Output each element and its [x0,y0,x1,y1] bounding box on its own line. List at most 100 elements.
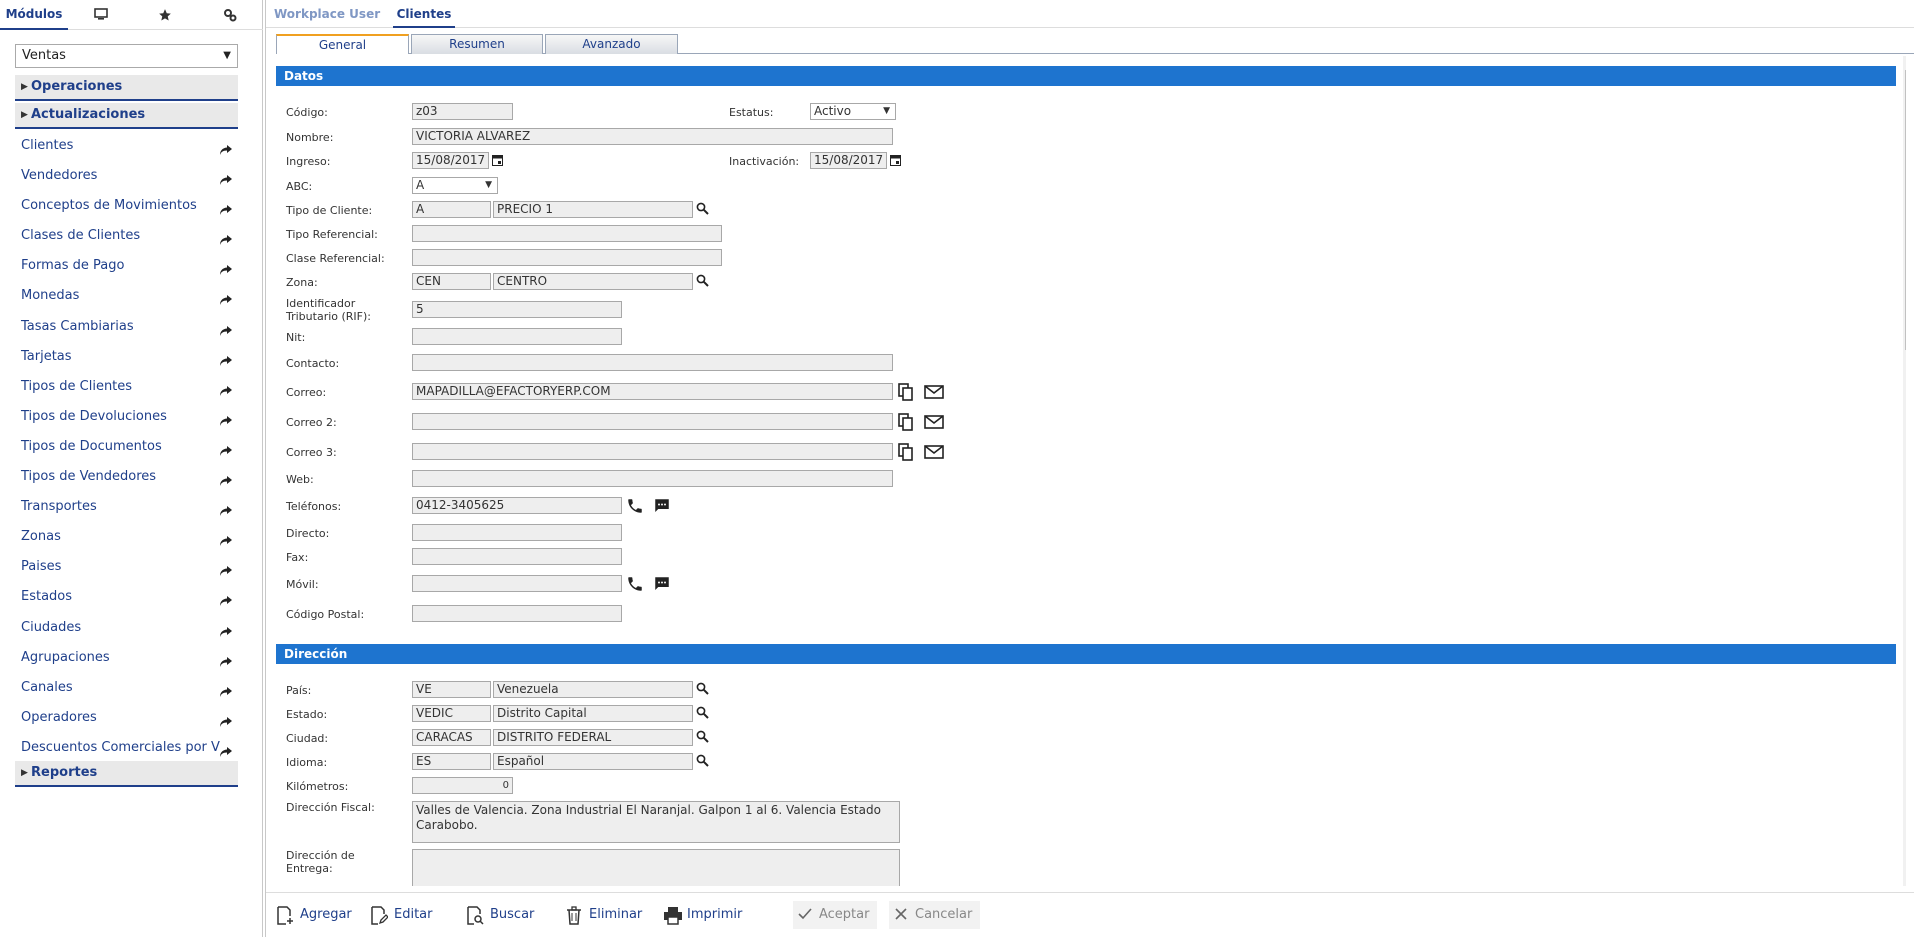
sidebar-item[interactable]: Tipos de Clientes [15,372,238,402]
rif-field[interactable]: 5 [412,301,622,318]
direccion-entrega-field[interactable] [412,849,900,886]
settings-icon[interactable] [196,0,263,30]
sidebar-item[interactable]: Zonas [15,522,238,552]
contacto-field[interactable] [412,354,893,371]
sidebar-item[interactable]: Clases de Clientes [15,221,238,251]
directo-field[interactable] [412,524,622,541]
copy-icon[interactable] [898,443,914,464]
share-arrow-icon[interactable] [219,288,233,311]
search-icon[interactable] [696,682,709,698]
share-arrow-icon[interactable] [219,529,233,552]
phone-icon[interactable] [626,575,644,596]
estado-code[interactable]: VEDIC [412,705,491,722]
share-arrow-icon[interactable] [219,409,233,432]
search-icon[interactable] [696,202,709,218]
sidebar-item[interactable]: Transportes [15,492,238,522]
idioma-code[interactable]: ES [412,753,491,770]
sidebar-item[interactable]: Clientes [15,131,238,161]
share-arrow-icon[interactable] [219,168,233,191]
share-arrow-icon[interactable] [219,469,233,492]
share-arrow-icon[interactable] [219,650,233,673]
share-arrow-icon[interactable] [219,258,233,281]
sidebar-item[interactable]: Tarjetas [15,342,238,372]
tipo-cliente-code[interactable]: A [412,201,491,218]
tipo-cliente-desc[interactable]: PRECIO 1 [493,201,693,218]
pais-desc[interactable]: Venezuela [493,681,693,698]
idioma-desc[interactable]: Español [493,753,693,770]
web-field[interactable] [412,470,893,487]
search-icon[interactable] [696,274,709,290]
tab-modulos[interactable]: Módulos [0,0,68,30]
tab-workplace-user[interactable]: Workplace User [274,0,380,28]
sidebar-item[interactable]: Descuentos Comerciales por V [15,733,238,763]
ciudad-code[interactable]: CARACAS [412,729,491,746]
editar-button[interactable]: Editar [370,901,433,929]
share-arrow-icon[interactable] [219,319,233,342]
share-arrow-icon[interactable] [219,589,233,612]
share-arrow-icon[interactable] [219,379,233,402]
tipo-referencial-field[interactable] [412,225,722,242]
share-arrow-icon[interactable] [219,439,233,462]
group-reportes[interactable]: ▶ Reportes [15,761,238,787]
search-icon[interactable] [696,754,709,770]
ingreso-field[interactable]: 15/08/2017 [412,152,489,169]
sidebar-item[interactable]: Conceptos de Movimientos [15,191,238,221]
star-icon[interactable] [134,0,196,30]
nit-field[interactable] [412,328,622,345]
sidebar-item[interactable]: Tipos de Vendedores [15,462,238,492]
copy-icon[interactable] [898,383,914,404]
correo-field[interactable]: MAPADILLA@EFACTORYERP.COM [412,383,893,400]
tab-general[interactable]: General [276,34,409,54]
cancelar-button[interactable]: Cancelar [889,901,981,929]
ciudad-desc[interactable]: DISTRITO FEDERAL [493,729,693,746]
phone-icon[interactable] [626,497,644,518]
share-arrow-icon[interactable] [219,138,233,161]
calendar-icon[interactable] [890,154,901,169]
kilometros-field[interactable]: 0 [412,777,513,794]
clase-referencial-field[interactable] [412,249,722,266]
search-icon[interactable] [696,706,709,722]
estatus-select[interactable]: Activo ▼ [810,103,896,120]
mail-icon[interactable] [924,385,944,402]
share-arrow-icon[interactable] [219,620,233,643]
sidebar-item[interactable]: Agrupaciones [15,643,238,673]
monitor-icon[interactable] [68,0,134,30]
pais-code[interactable]: VE [412,681,491,698]
sidebar-item[interactable]: Operadores [15,703,238,733]
sidebar-item[interactable]: Ciudades [15,613,238,643]
mail-icon[interactable] [924,415,944,432]
correo3-field[interactable] [412,443,893,460]
direccion-fiscal-field[interactable]: Valles de Valencia. Zona Industrial El N… [412,801,900,843]
sidebar-item[interactable]: Paises [15,552,238,582]
search-icon[interactable] [696,730,709,746]
tab-avanzado[interactable]: Avanzado [545,34,678,54]
buscar-button[interactable]: Buscar [466,901,534,929]
eliminar-button[interactable]: Eliminar [565,901,642,929]
zona-code[interactable]: CEN [412,273,491,290]
imprimir-button[interactable]: Imprimir [663,901,742,929]
sidebar-item[interactable]: Vendedores [15,161,238,191]
nombre-field[interactable]: VICTORIA ALVAREZ [412,128,893,145]
sidebar-item[interactable]: Tipos de Documentos [15,432,238,462]
copy-icon[interactable] [898,413,914,434]
telefonos-field[interactable]: 0412-3405625 [412,497,622,514]
group-operaciones[interactable]: ▶ Operaciones [15,75,238,101]
tab-resumen[interactable]: Resumen [411,34,543,54]
codigo-field[interactable]: z03 [412,103,513,120]
mail-icon[interactable] [924,445,944,462]
vertical-scrollbar[interactable]: ▲ ▼ [1903,56,1906,886]
abc-select[interactable]: A ▼ [412,177,498,194]
tab-clientes[interactable]: Clientes [393,0,455,28]
agregar-button[interactable]: Agregar [276,901,352,929]
correo2-field[interactable] [412,413,893,430]
share-arrow-icon[interactable] [219,499,233,522]
movil-field[interactable] [412,575,622,592]
sidebar-item[interactable]: Tasas Cambiarias [15,312,238,342]
message-icon[interactable] [653,575,671,596]
inactivacion-field[interactable]: 15/08/2017 [810,152,887,169]
share-arrow-icon[interactable] [219,680,233,703]
scrollbar-thumb[interactable] [1905,70,1906,350]
share-arrow-icon[interactable] [219,710,233,733]
share-arrow-icon[interactable] [219,198,233,221]
group-actualizaciones[interactable]: ▶ Actualizaciones [15,103,238,129]
